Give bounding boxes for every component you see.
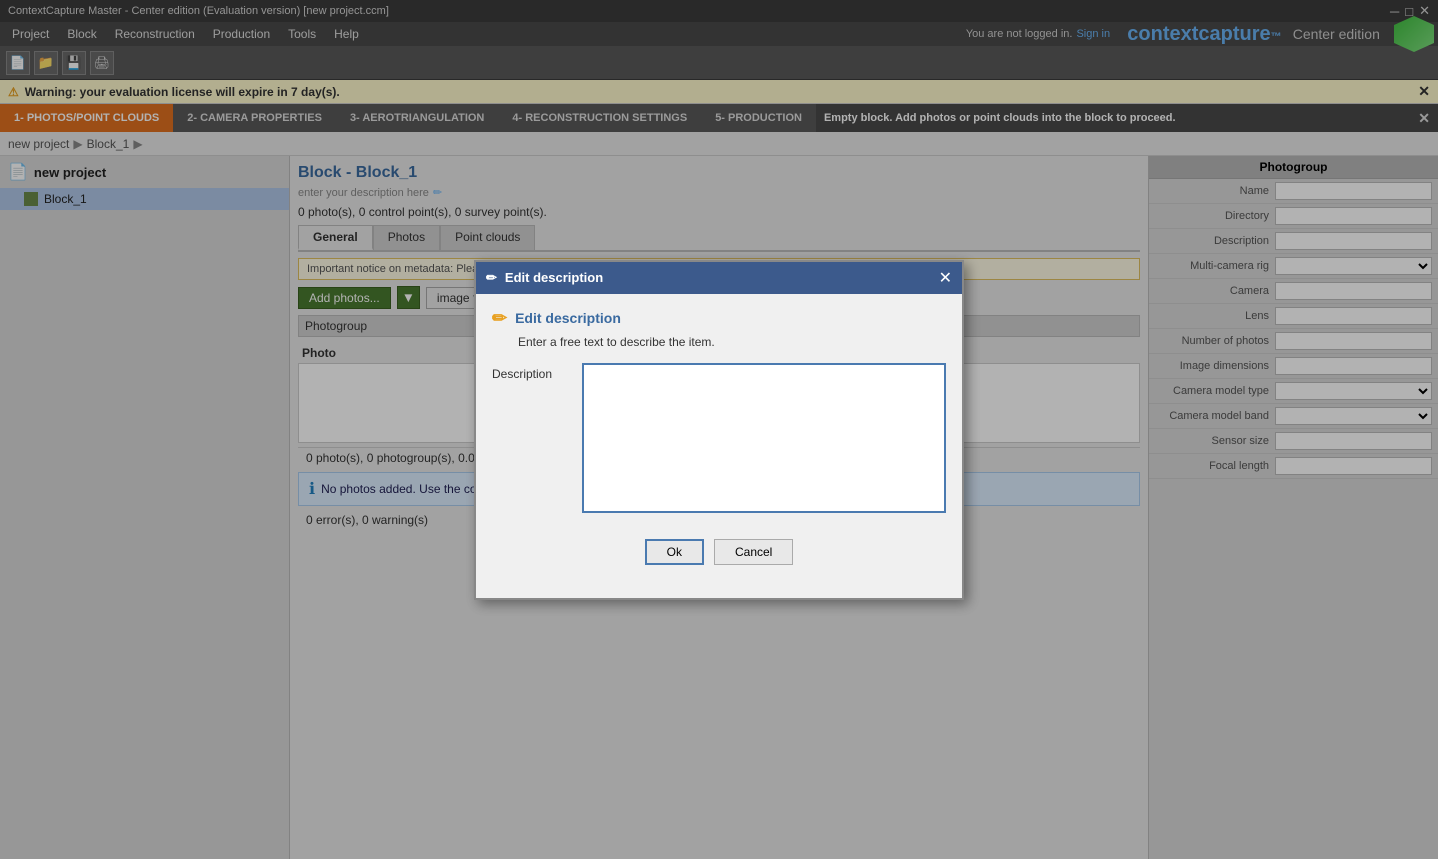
modal-title-icon: ✏	[486, 270, 497, 286]
modal-close-button[interactable]: ✕	[939, 268, 952, 288]
modal-cancel-button[interactable]: Cancel	[714, 539, 793, 565]
modal-body: ✏ Edit description Enter a free text to …	[476, 294, 962, 527]
modal-textarea[interactable]	[582, 363, 946, 513]
modal-ok-button[interactable]: Ok	[645, 539, 704, 565]
modal-heading: ✏ Edit description	[492, 308, 946, 329]
edit-description-modal: ✏ Edit description ✕ ✏ Edit description …	[474, 260, 964, 600]
modal-title-text: Edit description	[505, 270, 603, 285]
modal-overlay: ✏ Edit description ✕ ✏ Edit description …	[0, 0, 1438, 859]
modal-heading-icon: ✏	[492, 308, 507, 329]
modal-subtitle: Enter a free text to describe the item.	[492, 335, 946, 349]
modal-form-row: Description	[492, 363, 946, 513]
modal-title-left: ✏ Edit description	[486, 270, 603, 286]
modal-title-bar: ✏ Edit description ✕	[476, 262, 962, 294]
modal-heading-text: Edit description	[515, 310, 621, 326]
modal-buttons: Ok Cancel	[476, 527, 962, 577]
modal-desc-label: Description	[492, 363, 572, 381]
